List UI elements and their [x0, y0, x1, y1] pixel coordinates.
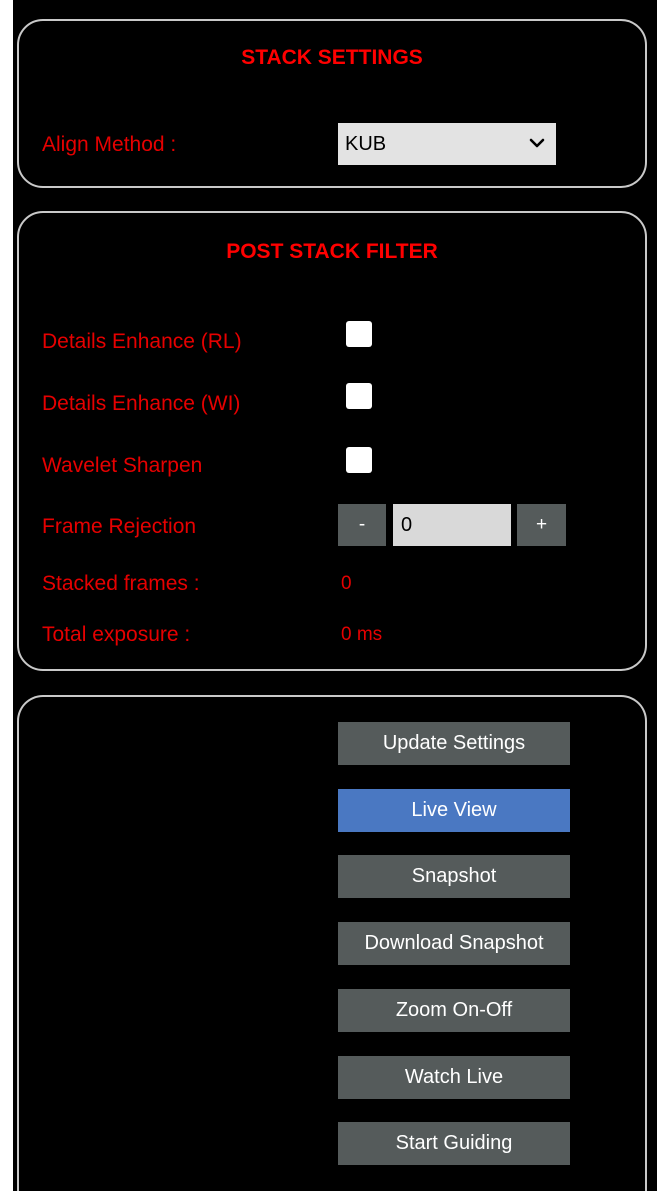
start-guiding-button[interactable]: Start Guiding: [338, 1122, 570, 1165]
align-method-label: Align Method :: [42, 133, 177, 156]
details-enhance-wi-checkbox[interactable]: [346, 383, 372, 409]
details-enhance-rl-label: Details Enhance (RL): [42, 330, 242, 353]
frame-rejection-label: Frame Rejection: [42, 515, 197, 538]
chevron-down-icon: [529, 138, 545, 148]
post-stack-filter-panel: POST STACK FILTER Details Enhance (RL) D…: [17, 211, 647, 671]
align-method-select[interactable]: KUB: [338, 123, 556, 165]
post-stack-filter-title: POST STACK FILTER: [226, 240, 438, 263]
wavelet-sharpen-checkbox[interactable]: [346, 447, 372, 473]
frame-rejection-increment-button[interactable]: +: [517, 504, 566, 546]
align-method-value: KUB: [345, 133, 387, 155]
stack-settings-title: STACK SETTINGS: [241, 46, 423, 69]
stack-settings-panel: STACK SETTINGS Align Method : KUB: [17, 19, 647, 188]
stacked-frames-label: Stacked frames :: [42, 572, 200, 595]
update-settings-button[interactable]: Update Settings: [338, 722, 570, 765]
details-enhance-rl-checkbox[interactable]: [346, 321, 372, 347]
frame-rejection-input[interactable]: 0: [393, 504, 511, 546]
live-view-button[interactable]: Live View: [338, 789, 570, 832]
frame-rejection-decrement-button[interactable]: -: [338, 504, 386, 546]
actions-panel: Update Settings Live View Snapshot Downl…: [17, 695, 647, 1191]
snapshot-button[interactable]: Snapshot: [338, 855, 570, 898]
page: STACK SETTINGS Align Method : KUB POST S…: [0, 0, 657, 1191]
wavelet-sharpen-label: Wavelet Sharpen: [42, 454, 203, 477]
watch-live-button[interactable]: Watch Live: [338, 1056, 570, 1099]
total-exposure-value: 0 ms: [341, 624, 383, 645]
details-enhance-wi-label: Details Enhance (WI): [42, 392, 241, 415]
download-snapshot-button[interactable]: Download Snapshot: [338, 922, 570, 965]
zoom-on-off-button[interactable]: Zoom On-Off: [338, 989, 570, 1032]
stacked-frames-value: 0: [341, 573, 352, 594]
total-exposure-label: Total exposure :: [42, 623, 191, 646]
